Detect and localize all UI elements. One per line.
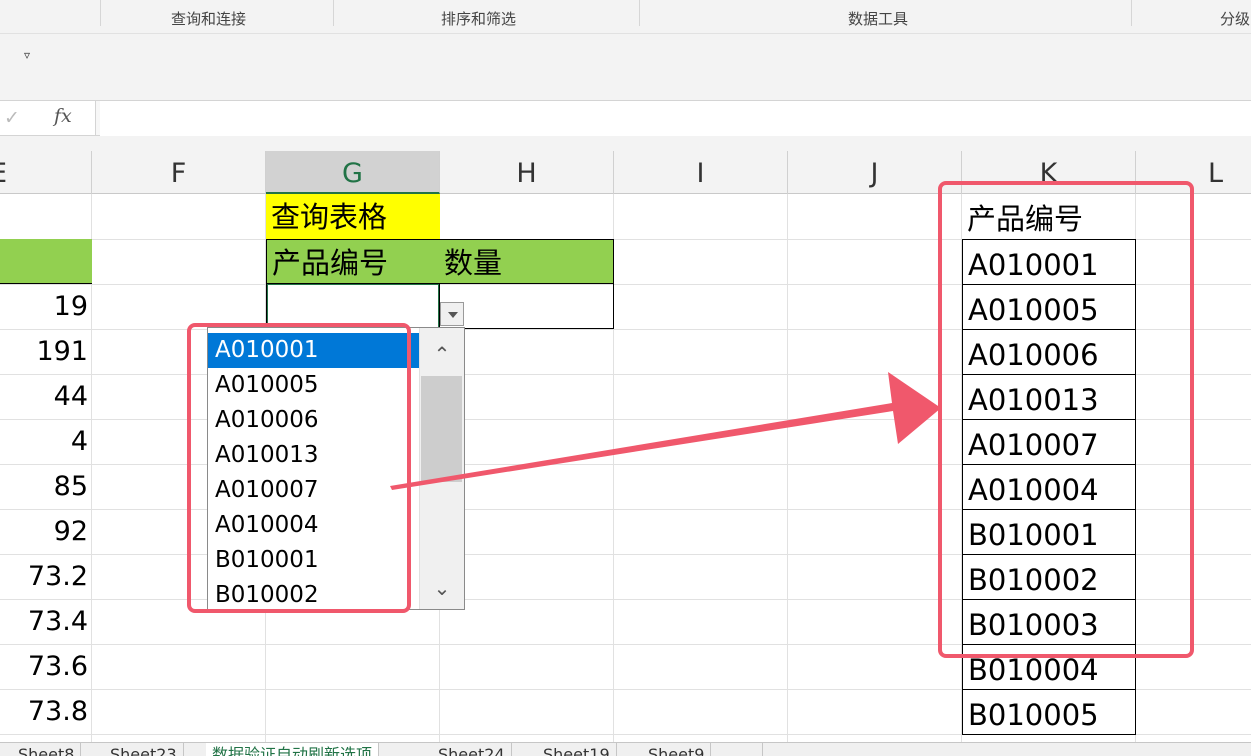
sheet-tab[interactable]: Sheet8	[12, 743, 82, 756]
arrow-shape	[390, 372, 941, 490]
annotation-arrow	[390, 372, 941, 490]
sheet-tab[interactable]: Sheet9	[642, 743, 712, 756]
sheet-tab[interactable]: Sheet24	[432, 743, 512, 756]
sheet-tab-bar: Sheet8 Sheet23 数据验证自动刷新选项 Sheet24 Sheet1…	[0, 742, 1251, 756]
sheet-tab[interactable]: Sheet23	[104, 743, 184, 756]
sheet-tab-more[interactable]: ...	[735, 743, 764, 756]
sheet-tab[interactable]: Sheet19	[537, 743, 617, 756]
sheet-tab-active[interactable]: 数据验证自动刷新选项	[206, 743, 380, 756]
